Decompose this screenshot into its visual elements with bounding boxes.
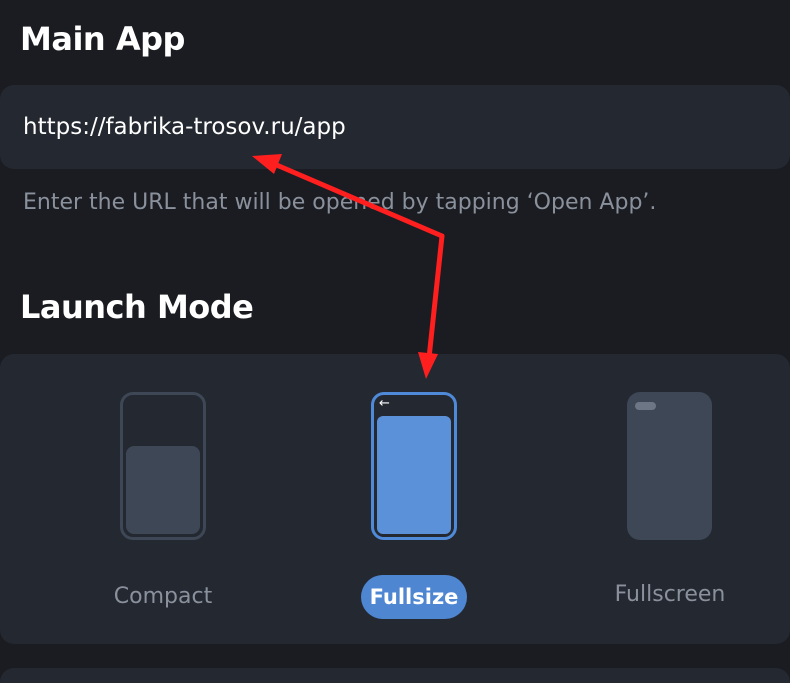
launch-mode-fullscreen-label: Fullscreen xyxy=(614,582,726,607)
fullsize-sheet-shape xyxy=(377,416,451,534)
phone-compact-icon xyxy=(120,392,206,540)
next-settings-card xyxy=(0,668,790,683)
fullscreen-pill-shape xyxy=(635,402,656,410)
phone-fullscreen-icon xyxy=(627,392,712,540)
url-field-container[interactable] xyxy=(0,85,790,169)
launch-mode-compact-option[interactable]: Compact xyxy=(63,354,263,644)
launch-mode-compact-label: Compact xyxy=(113,584,213,609)
launch-mode-fullscreen-option[interactable]: Fullscreen xyxy=(570,354,770,644)
launch-mode-title: Launch Mode xyxy=(20,288,254,326)
annotation-arrow-to-fullsize-line xyxy=(426,233,445,361)
phone-fullsize-icon: ← xyxy=(371,392,457,540)
back-arrow-icon: ← xyxy=(379,396,390,411)
launch-mode-selector: Compact ← Fullsize Fullscreen xyxy=(0,354,790,644)
compact-sheet-shape xyxy=(126,446,200,534)
launch-mode-fullsize-option[interactable]: ← Fullsize xyxy=(314,354,514,644)
page: Main App Enter the URL that will be open… xyxy=(0,0,790,683)
launch-mode-fullsize-label: Fullsize xyxy=(361,575,467,619)
main-app-url-input[interactable] xyxy=(23,109,763,145)
main-app-title: Main App xyxy=(20,20,185,58)
url-hint-text: Enter the URL that will be opened by tap… xyxy=(23,190,657,215)
